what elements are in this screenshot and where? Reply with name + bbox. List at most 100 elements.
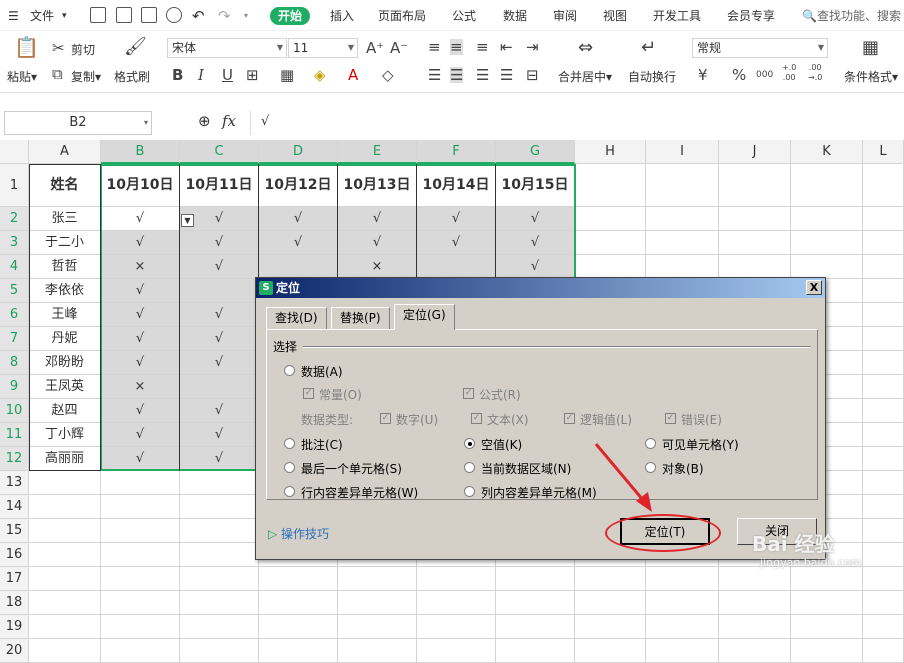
column-header-l[interactable]: L: [863, 140, 904, 164]
cell[interactable]: [180, 471, 259, 495]
tab-member[interactable]: 会员专享: [727, 7, 775, 25]
cell[interactable]: [180, 543, 259, 567]
fill-color-icon[interactable]: ◈: [314, 67, 326, 83]
export-icon[interactable]: [116, 7, 132, 23]
cell[interactable]: [101, 615, 180, 639]
currency-icon[interactable]: ¥: [698, 67, 708, 83]
align-center-icon[interactable]: ☰: [450, 67, 464, 83]
cell[interactable]: [863, 255, 904, 279]
visible-cells-radio[interactable]: [645, 438, 656, 449]
column-header-a[interactable]: A: [29, 140, 101, 164]
chevron-down-icon[interactable]: ▾: [244, 7, 248, 25]
increase-decimal-icon[interactable]: +.0 .00: [782, 63, 796, 83]
cell[interactable]: [863, 399, 904, 423]
attendance-cell[interactable]: √: [180, 231, 259, 255]
format-painter-button[interactable]: 格式刷: [114, 68, 150, 85]
attendance-cell[interactable]: ×: [101, 375, 180, 399]
attendance-cell[interactable]: √: [180, 399, 259, 423]
header-cell[interactable]: 10月10日: [101, 164, 180, 207]
row-header-9[interactable]: 9: [0, 375, 29, 399]
tab-replace[interactable]: 替换(P): [331, 307, 390, 329]
header-cell[interactable]: 姓名: [29, 164, 101, 207]
name-cell[interactable]: 邓盼盼: [29, 351, 101, 375]
cell[interactable]: [101, 519, 180, 543]
cell[interactable]: [863, 495, 904, 519]
row-header-3[interactable]: 3: [0, 231, 29, 255]
tab-find[interactable]: 查找(D): [266, 307, 327, 329]
cell[interactable]: [791, 615, 863, 639]
header-cell[interactable]: 10月12日: [259, 164, 338, 207]
attendance-cell[interactable]: [180, 375, 259, 399]
cell[interactable]: [863, 375, 904, 399]
indent-decrease-icon[interactable]: ⇤: [500, 39, 513, 55]
paste-icon[interactable]: 📋: [14, 37, 39, 57]
cut-button[interactable]: 剪切: [71, 41, 95, 58]
merge-icon[interactable]: ⇔: [578, 39, 593, 57]
attendance-cell[interactable]: ×: [338, 255, 417, 279]
attendance-cell[interactable]: √: [338, 207, 417, 231]
cell[interactable]: [719, 231, 791, 255]
cell[interactable]: [719, 639, 791, 663]
attendance-cell[interactable]: √: [180, 423, 259, 447]
tab-page-layout[interactable]: 页面布局: [378, 7, 426, 25]
cell[interactable]: [791, 164, 863, 207]
cell[interactable]: [719, 255, 791, 279]
last-cell-radio[interactable]: [284, 462, 295, 473]
formula-checkbox[interactable]: ✓: [463, 388, 474, 399]
decrease-font-icon[interactable]: A⁻: [390, 40, 408, 56]
tab-developer[interactable]: 开发工具: [653, 7, 701, 25]
cell[interactable]: [417, 591, 496, 615]
name-cell[interactable]: 张三: [29, 207, 101, 231]
row-header-17[interactable]: 17: [0, 567, 29, 591]
fill-pattern-icon[interactable]: ▦: [280, 67, 294, 83]
cell[interactable]: [575, 207, 646, 231]
current-region-radio[interactable]: [464, 462, 475, 473]
cell[interactable]: [646, 615, 719, 639]
logical-checkbox[interactable]: ✓: [564, 413, 575, 424]
format-painter-icon[interactable]: 🖌: [124, 38, 147, 56]
border-icon[interactable]: ⊞: [246, 67, 259, 83]
print-icon[interactable]: [141, 7, 157, 23]
cell[interactable]: [417, 567, 496, 591]
cell[interactable]: [29, 615, 101, 639]
cell[interactable]: [29, 495, 101, 519]
attendance-cell[interactable]: ×: [101, 255, 180, 279]
copy-icon[interactable]: ⧉: [52, 66, 63, 82]
column-header-e[interactable]: E: [338, 140, 417, 164]
cell[interactable]: [863, 615, 904, 639]
copy-button[interactable]: 复制▾: [71, 68, 101, 85]
tab-view[interactable]: 视图: [603, 7, 627, 25]
name-cell[interactable]: 丁小辉: [29, 423, 101, 447]
clear-format-icon[interactable]: ◇: [382, 67, 394, 83]
row-header-5[interactable]: 5: [0, 279, 29, 303]
row-header-10[interactable]: 10: [0, 399, 29, 423]
row-header-20[interactable]: 20: [0, 639, 29, 663]
cell[interactable]: [180, 519, 259, 543]
underline-icon[interactable]: U: [222, 67, 233, 83]
tab-review[interactable]: 审阅: [553, 7, 577, 25]
attendance-cell[interactable]: √: [180, 351, 259, 375]
cell[interactable]: [719, 591, 791, 615]
conditional-format-icon[interactable]: ▦: [862, 39, 879, 57]
cell[interactable]: [719, 164, 791, 207]
blank-radio[interactable]: [464, 438, 475, 449]
cell[interactable]: [646, 164, 719, 207]
header-cell[interactable]: 10月13日: [338, 164, 417, 207]
attendance-cell[interactable]: √: [101, 423, 180, 447]
cell[interactable]: [101, 543, 180, 567]
cell[interactable]: [496, 591, 575, 615]
thousands-icon[interactable]: 000: [756, 67, 773, 83]
formula-input[interactable]: √: [250, 111, 904, 135]
cell[interactable]: [29, 639, 101, 663]
name-box[interactable]: B2 ▾: [4, 111, 152, 135]
cell[interactable]: [180, 591, 259, 615]
tips-link[interactable]: ▷ 操作技巧: [268, 525, 329, 542]
header-cell[interactable]: 10月11日: [180, 164, 259, 207]
cell[interactable]: [719, 207, 791, 231]
zoom-icon[interactable]: ⊕: [198, 112, 211, 130]
chevron-down-icon[interactable]: ▼: [181, 214, 194, 227]
cell[interactable]: [646, 231, 719, 255]
cell[interactable]: [259, 567, 338, 591]
column-header-f[interactable]: F: [417, 140, 496, 164]
attendance-cell[interactable]: √: [101, 231, 180, 255]
